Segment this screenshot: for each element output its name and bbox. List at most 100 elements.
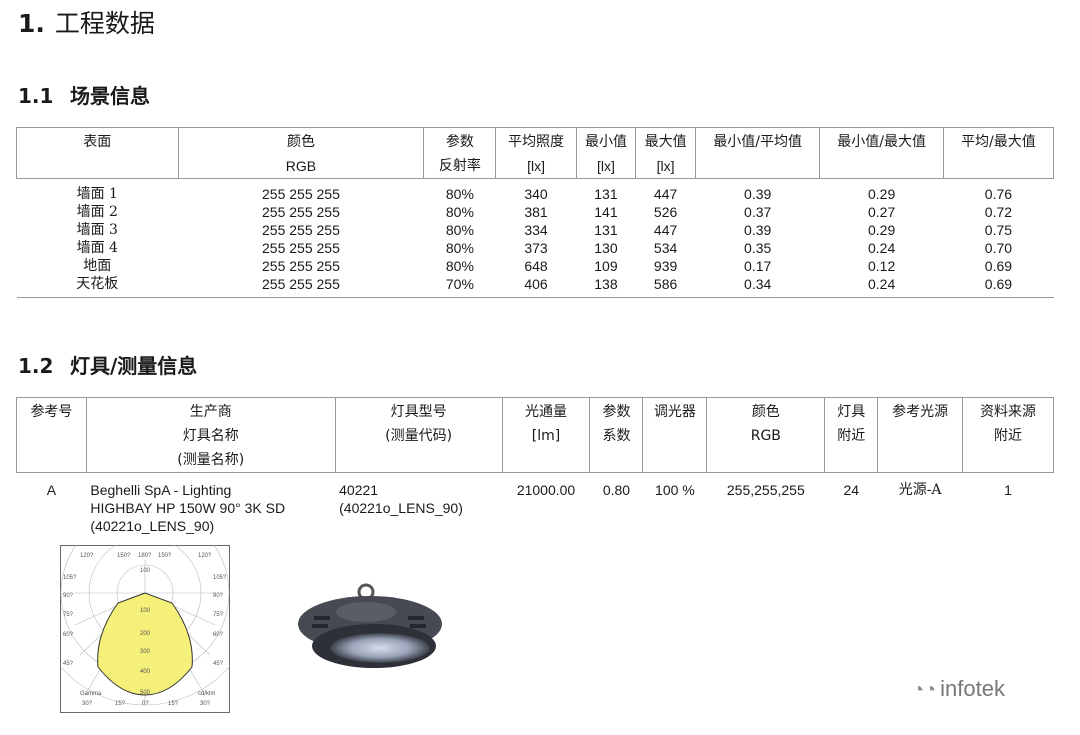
angle-label: 150? <box>117 553 131 559</box>
surface-cell: 墙面 2 <box>76 204 118 220</box>
table-row: 墙面 3 255 255 255 80% 334 131 447 0.39 0.29 0.75 <box>17 221 1054 239</box>
model-line: 40221 <box>339 482 379 498</box>
surface-cell: 地面 <box>83 258 112 274</box>
section-title: 工程数据 <box>54 9 155 38</box>
angle-label: 15? <box>168 701 179 707</box>
surface-cell: 墙面 3 <box>76 222 118 238</box>
subsection-number: 1.1 <box>18 84 54 108</box>
angle-label: 180? <box>138 553 152 559</box>
value-cell: 131 <box>594 222 618 238</box>
header-line: 灯具名称 <box>182 428 239 444</box>
column-header: 最小值/最大值 <box>819 127 944 179</box>
value-cell: 0.70 <box>984 240 1013 256</box>
angle-label: 75? <box>63 612 74 618</box>
header-line: [lm] <box>531 428 561 444</box>
table-row: A Beghelli SpA - Lighting HIGHBAY HP 150… <box>17 473 1054 536</box>
column-header: 参考号 <box>16 397 87 473</box>
model-cell: 40221 (40221o_LENS_90) <box>335 473 502 536</box>
header-line: RGB <box>285 158 317 174</box>
value-cell: 0.17 <box>744 258 772 274</box>
angle-label: 45? <box>213 661 224 667</box>
table-row: 墙面 4 255 255 255 80% 373 130 534 0.35 0.24 0.70 <box>17 239 1054 257</box>
column-header: 调光器 <box>642 397 708 473</box>
header-line: 参考光源 <box>892 404 949 420</box>
subsection-heading-luminaire: 1.2 灯具/测量信息 <box>18 350 197 379</box>
value-cell: 447 <box>653 186 678 202</box>
column-header: 生产商 灯具名称 (测量名称) <box>85 397 336 473</box>
column-header: 参数 反射率 <box>423 127 497 179</box>
column-header: 最小值 [lx] <box>575 127 637 179</box>
column-header: 光通量 [lm] <box>501 397 591 473</box>
wechat-icon: ◔◔ <box>912 679 937 701</box>
header-line: 最小值/最大值 <box>837 134 926 150</box>
angle-label: 0? <box>142 701 149 707</box>
cooling-slot <box>314 616 330 620</box>
value-cell: 141 <box>594 204 618 220</box>
polar-light-distribution-diagram: 120? 150? 180? 150? 120? 105? 90? 75? 60… <box>60 545 230 713</box>
scene-table: 表面 颜色 RGB 参数 反射率 平均照度 [lx] 最小值 [lx] 最大值 [lx] 最小值/平均… <box>16 127 1055 298</box>
value-cell: 255 255 255 <box>262 258 340 274</box>
subsection-title: 灯具/测量信息 <box>70 354 198 378</box>
subsection-heading-scene: 1.1 场景信息 <box>18 80 150 109</box>
value-cell: 939 <box>653 258 678 274</box>
radial-label: 300 <box>140 649 151 655</box>
subsection-number: 1.2 <box>18 354 54 378</box>
header-line: 灯具型号 <box>390 404 447 420</box>
value-cell: 70% <box>423 275 496 298</box>
radial-label: 100 <box>140 608 151 614</box>
header-line: (测量代码) <box>385 428 453 444</box>
angle-label: 15? <box>115 701 126 707</box>
column-header: 平均/最大值 <box>942 127 1055 179</box>
column-header: 平均照度 [lx] <box>495 127 577 179</box>
luminaire-table: 参考号 生产商 灯具名称 (测量名称) 灯具型号 (测量代码) 光通量 [lm] 参数 系数 调光器… <box>16 397 1054 535</box>
value-cell: 526 <box>653 204 678 220</box>
radial-label: 100 <box>140 568 151 574</box>
value-cell: 255 255 255 <box>262 204 340 220</box>
value-cell: 138 <box>576 275 636 298</box>
header-line: 颜色 <box>286 134 315 150</box>
surface-cell: 墙面 1 <box>76 186 118 202</box>
model-line: (40221o_LENS_90) <box>339 500 463 516</box>
value-cell: 80% <box>445 222 474 238</box>
watermark-logo: ◔◔ infotek <box>912 676 1005 702</box>
maker-cell: Beghelli SpA - Lighting HIGHBAY HP 150W … <box>86 473 335 536</box>
value-cell: 0.35 <box>744 240 772 256</box>
fixture-lens <box>330 633 430 663</box>
radial-label: 200 <box>140 631 151 637</box>
angle-label: 105? <box>63 575 77 581</box>
column-header: 灯具 附近 <box>824 397 879 473</box>
value-cell: 0.29 <box>868 186 896 202</box>
ref-cell: A <box>46 482 57 498</box>
header-line: 附近 <box>837 428 866 444</box>
datasource-cell: 1 <box>1004 482 1012 498</box>
value-cell: 0.29 <box>868 222 896 238</box>
header-line: 附近 <box>994 428 1023 444</box>
angle-label: 30? <box>82 701 93 707</box>
value-cell: 0.24 <box>868 240 896 256</box>
header-line: 最小值 <box>584 134 627 150</box>
value-cell: 80% <box>445 258 474 274</box>
near-cell: 24 <box>843 482 860 498</box>
column-header: 颜色 RGB <box>177 127 425 179</box>
column-header: 参数 系数 <box>589 397 644 473</box>
column-header: 最大值 [lx] <box>635 127 696 179</box>
angle-label: 45? <box>63 661 74 667</box>
cooling-slot <box>312 624 328 628</box>
value-cell: 381 <box>524 204 548 220</box>
factor-cell: 0.80 <box>602 482 631 498</box>
value-cell: 0.69 <box>984 258 1013 274</box>
table-row: 墙面 2 255 255 255 80% 381 141 526 0.37 0.27 0.72 <box>17 203 1054 221</box>
highbay-fixture-image <box>298 583 442 668</box>
header-line: 参考号 <box>30 404 73 420</box>
header-line: 参数 <box>602 404 631 420</box>
header-line: 光通量 <box>525 404 568 420</box>
angle-label: 30? <box>200 701 211 707</box>
angle-label: 120? <box>80 553 94 559</box>
header-line: 最小值/平均值 <box>713 134 803 150</box>
maker-line: HIGHBAY HP 150W 90° 3K SD <box>90 500 286 516</box>
value-cell: 0.76 <box>984 186 1013 202</box>
value-cell: 80% <box>445 204 474 220</box>
value-cell: 0.34 <box>695 275 820 298</box>
source-cell: 光源-A <box>898 482 942 498</box>
header-line: 资料来源 <box>980 404 1037 420</box>
